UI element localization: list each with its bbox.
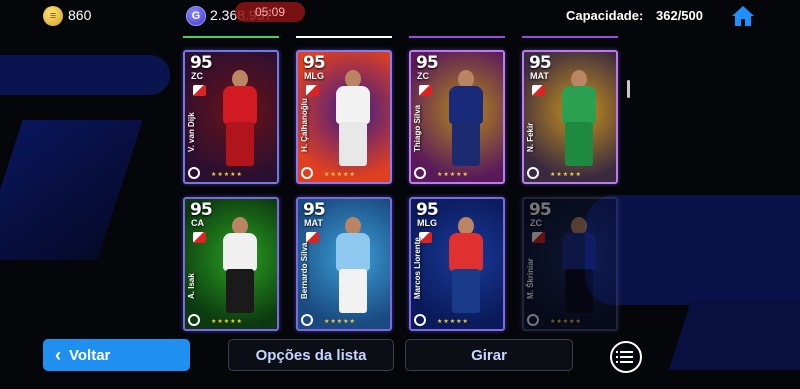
player-name: Marcos Llorente [413, 237, 422, 299]
club-badge-icon [193, 232, 206, 243]
star-rating: ★★★★★ [437, 319, 469, 325]
player-rating: 95 [416, 53, 439, 73]
club-badge-icon [306, 85, 319, 96]
card-top-line [522, 36, 618, 38]
star-rating: ★★★★★ [550, 172, 582, 178]
efootball-logo-icon [527, 314, 539, 326]
star-rating: ★★★★★ [324, 319, 356, 325]
player-figure [552, 64, 608, 172]
player-card[interactable]: 95 MLG H. Çalhanoğlu ★★★★★ [296, 50, 392, 184]
background-stripe [668, 300, 800, 370]
player-card[interactable]: 95 ZC Thiago Silva ★★★★★ [409, 50, 505, 184]
player-name: N. Fekir [526, 122, 535, 152]
player-figure [326, 211, 382, 319]
background-stripe [0, 120, 143, 260]
scrollbar[interactable] [627, 80, 630, 98]
player-figure [326, 64, 382, 172]
list-options-button[interactable]: Opções da lista [228, 339, 394, 371]
club-badge-icon [193, 85, 206, 96]
player-figure [213, 211, 269, 319]
efootball-logo-icon [188, 167, 200, 179]
player-name: Bernardo Silva [300, 242, 309, 299]
player-rating: 95 [303, 53, 326, 73]
player-rating: 95 [190, 200, 213, 220]
player-position: ZC [191, 71, 203, 81]
capacity-value: 362/500 [656, 8, 703, 23]
player-card[interactable]: 95 MLG Marcos Llorente ★★★★★ [409, 197, 505, 331]
chevron-left-icon: ‹ [55, 344, 61, 365]
player-position: ZC [417, 71, 429, 81]
card-top-line [183, 36, 279, 38]
player-card[interactable]: 95 ZC V. van Dijk ★★★★★ [183, 50, 279, 184]
capacity-label: Capacidade: [566, 8, 644, 23]
player-card[interactable]: 95 MAT Bernardo Silva ★★★★★ [296, 197, 392, 331]
player-figure [213, 64, 269, 172]
player-name: V. van Dijk [187, 112, 196, 152]
spin-button[interactable]: Girar [405, 339, 573, 371]
card-top-line [409, 36, 505, 38]
club-badge-icon [419, 85, 432, 96]
efootball-logo-icon [527, 167, 539, 179]
player-position: MAT [530, 71, 549, 81]
back-button-label: Voltar [69, 346, 111, 364]
efootball-logo-icon [301, 314, 313, 326]
card-top-line [296, 36, 392, 38]
list-options-label: Opções da lista [255, 346, 367, 364]
club-badge-icon [306, 232, 319, 243]
home-icon[interactable] [731, 5, 755, 27]
player-rating: 95 [190, 53, 213, 73]
player-rating: 95 [416, 200, 439, 220]
player-figure [439, 211, 495, 319]
gp-icon: G [186, 6, 206, 26]
star-rating: ★★★★★ [550, 319, 582, 325]
player-card-grid: 95 ZC V. van Dijk ★★★★★ 95 MLG H. Çalhan… [183, 36, 618, 332]
efootball-logo-icon [414, 167, 426, 179]
player-name: H. Çalhanoğlu [300, 98, 309, 152]
player-rating: 95 [303, 200, 326, 220]
star-rating: ★★★★★ [211, 172, 243, 178]
star-rating: ★★★★★ [211, 319, 243, 325]
list-menu-icon[interactable] [610, 341, 642, 373]
player-position: CA [191, 218, 204, 228]
spin-label: Girar [471, 346, 507, 364]
top-bar: ≡ 860 G 2.368.937 05:09 Capacidade: 362/… [0, 0, 800, 34]
star-rating: ★★★★★ [437, 172, 469, 178]
player-rating: 95 [529, 200, 552, 220]
player-figure [552, 211, 608, 319]
player-position: MLG [417, 218, 437, 228]
player-position: ZC [530, 218, 542, 228]
player-rating: 95 [529, 53, 552, 73]
club-badge-icon [532, 85, 545, 96]
back-button[interactable]: ‹ Voltar [43, 339, 190, 371]
player-name: M. Škriniar [526, 258, 535, 299]
coin-icon: ≡ [43, 6, 63, 26]
efootball-logo-icon [301, 167, 313, 179]
player-card[interactable]: 95 CA A. Isak ★★★★★ [183, 197, 279, 331]
background-stripe [0, 55, 170, 95]
club-badge-icon [532, 232, 545, 243]
player-figure [439, 64, 495, 172]
coins-value: 860 [68, 7, 92, 23]
timer-text: 05:09 [254, 5, 286, 19]
player-card[interactable]: 95 MAT N. Fekir ★★★★★ [522, 50, 618, 184]
player-name: A. Isak [187, 273, 196, 299]
player-name: Thiago Silva [413, 104, 422, 152]
player-card[interactable]: 95 ZC M. Škriniar ★★★★★ [522, 197, 618, 331]
player-position: MLG [304, 71, 324, 81]
timer-badge: 05:09 [235, 2, 305, 22]
efootball-logo-icon [414, 314, 426, 326]
efootball-logo-icon [188, 314, 200, 326]
player-position: MAT [304, 218, 323, 228]
star-rating: ★★★★★ [324, 172, 356, 178]
